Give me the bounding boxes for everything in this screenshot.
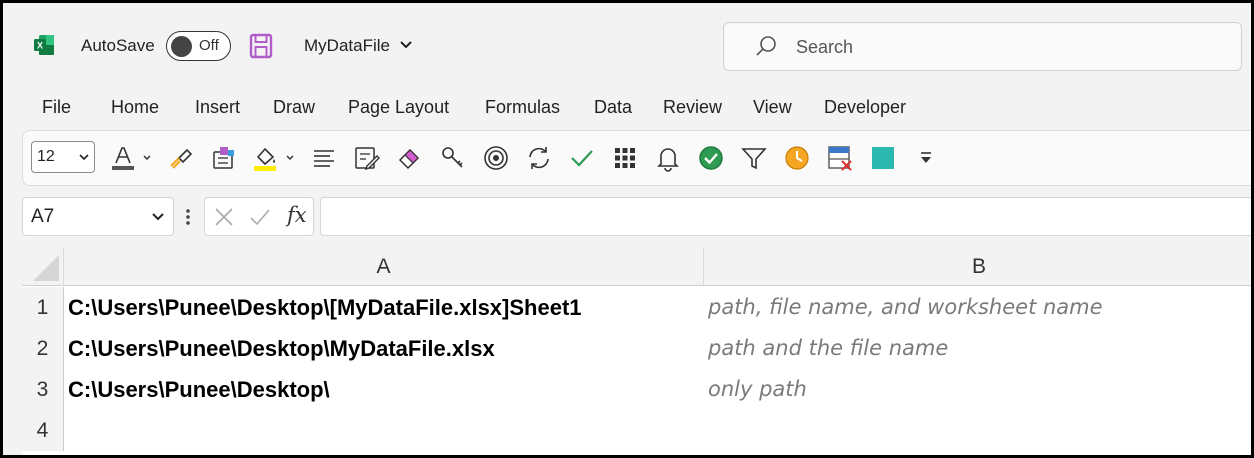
name-box-value: A7 bbox=[31, 206, 55, 227]
cell-b2[interactable]: path and the file name bbox=[708, 328, 948, 369]
tab-developer[interactable]: Developer bbox=[824, 97, 906, 118]
bell-icon[interactable] bbox=[654, 144, 682, 172]
tab-file[interactable]: File bbox=[42, 97, 71, 118]
column-header-b[interactable]: B bbox=[704, 248, 1251, 286]
search-placeholder: Search bbox=[796, 37, 854, 57]
target-icon[interactable] bbox=[482, 144, 510, 172]
autosave-label: AutoSave bbox=[81, 36, 155, 55]
tab-formulas[interactable]: Formulas bbox=[485, 97, 560, 118]
spreadsheet-grid: A B 1 2 3 4 C:\Users\Punee\Desktop\[MyDa… bbox=[22, 248, 1251, 455]
data-cube-icon[interactable] bbox=[210, 144, 238, 172]
clock-icon[interactable] bbox=[783, 144, 811, 172]
search-box[interactable]: Search bbox=[723, 22, 1242, 71]
quick-toolbar: 12 bbox=[22, 130, 1251, 186]
title-bar: X AutoSave Off MyDataFile Search bbox=[3, 3, 1251, 83]
font-size-select[interactable]: 12 bbox=[31, 141, 95, 173]
save-icon[interactable] bbox=[249, 33, 273, 59]
tab-home[interactable]: Home bbox=[111, 97, 159, 118]
row-header[interactable]: 1 bbox=[22, 287, 64, 328]
font-size-value: 12 bbox=[37, 148, 55, 165]
cancel-icon[interactable] bbox=[213, 206, 235, 228]
column-header-a[interactable]: A bbox=[64, 248, 704, 286]
ribbon-tabs: File Home Insert Draw Page Layout Formul… bbox=[3, 95, 1251, 125]
chevron-down-icon[interactable] bbox=[151, 210, 165, 224]
row-header[interactable]: 4 bbox=[22, 410, 64, 451]
more-options-icon[interactable] bbox=[182, 206, 194, 228]
enter-check-icon[interactable] bbox=[249, 206, 271, 228]
tab-page-layout[interactable]: Page Layout bbox=[348, 97, 449, 118]
autosave-toggle[interactable]: Off bbox=[166, 31, 231, 61]
tab-data[interactable]: Data bbox=[594, 97, 632, 118]
cell-b1[interactable]: path, file name, and worksheet name bbox=[708, 287, 1103, 328]
excel-window: X AutoSave Off MyDataFile Search File Ho… bbox=[0, 0, 1254, 458]
delete-table-icon[interactable] bbox=[826, 144, 854, 172]
filter-icon[interactable] bbox=[740, 144, 768, 172]
toggle-knob bbox=[171, 35, 192, 57]
eraser-icon[interactable] bbox=[396, 144, 424, 172]
row-header[interactable]: 3 bbox=[22, 369, 64, 410]
file-name[interactable]: MyDataFile bbox=[304, 36, 390, 56]
chevron-down-icon[interactable] bbox=[142, 153, 152, 163]
tab-insert[interactable]: Insert bbox=[195, 97, 240, 118]
approved-icon[interactable] bbox=[697, 144, 725, 172]
teal-square-icon[interactable] bbox=[869, 144, 897, 172]
tab-draw[interactable]: Draw bbox=[273, 97, 315, 118]
search-icon bbox=[756, 36, 776, 56]
font-color-icon[interactable] bbox=[110, 144, 138, 172]
cell-a1[interactable]: C:\Users\Punee\Desktop\[MyDataFile.xlsx]… bbox=[68, 287, 582, 328]
cell-a2[interactable]: C:\Users\Punee\Desktop\MyDataFile.xlsx bbox=[68, 328, 495, 369]
chevron-down-icon[interactable] bbox=[285, 153, 295, 163]
edit-form-icon[interactable] bbox=[353, 144, 381, 172]
tab-review[interactable]: Review bbox=[663, 97, 722, 118]
customize-toolbar-icon[interactable] bbox=[912, 144, 940, 172]
cell-b3[interactable]: only path bbox=[708, 369, 807, 410]
svg-text:X: X bbox=[37, 41, 43, 51]
excel-logo-icon: X bbox=[34, 35, 54, 55]
formula-controls: fx bbox=[204, 197, 314, 236]
format-painter-icon[interactable] bbox=[167, 144, 195, 172]
tab-view[interactable]: View bbox=[753, 97, 792, 118]
chevron-down-icon[interactable] bbox=[398, 36, 414, 54]
name-box[interactable]: A7 bbox=[22, 197, 174, 236]
row-header[interactable]: 2 bbox=[22, 328, 64, 369]
grid-icon[interactable] bbox=[611, 144, 639, 172]
autosave-state: Off bbox=[199, 37, 219, 54]
insert-function-button[interactable]: fx bbox=[287, 203, 307, 227]
cell-a3[interactable]: C:\Users\Punee\Desktop\ bbox=[68, 369, 330, 410]
chevron-down-icon bbox=[79, 154, 89, 161]
keys-icon[interactable] bbox=[439, 144, 467, 172]
select-all-corner[interactable] bbox=[22, 248, 64, 286]
fill-color-icon[interactable] bbox=[252, 144, 280, 172]
formula-input[interactable] bbox=[320, 197, 1251, 236]
checkmark-icon[interactable] bbox=[568, 144, 596, 172]
align-icon[interactable] bbox=[310, 144, 338, 172]
select-all-triangle-icon bbox=[33, 255, 59, 281]
refresh-icon[interactable] bbox=[525, 144, 553, 172]
